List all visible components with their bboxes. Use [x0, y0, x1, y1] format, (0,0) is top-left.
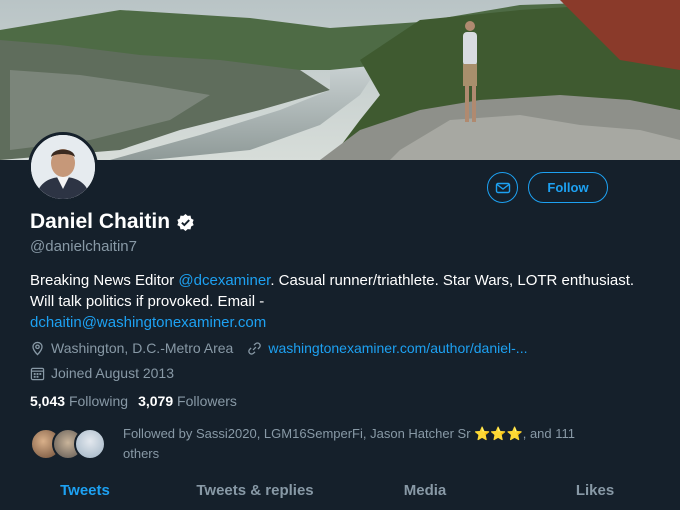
profile-name: Daniel Chaitin	[30, 210, 171, 233]
message-button[interactable]	[487, 172, 518, 203]
tab-tweets-replies[interactable]: Tweets & replies	[170, 474, 340, 510]
followed-by-section[interactable]: Followed by Sassi2020, LGM16SemperFi, Ja…	[30, 424, 613, 464]
tab-likes[interactable]: Likes	[510, 474, 680, 510]
follower-avatar	[74, 428, 106, 460]
profile-handle: @danielchaitin7	[30, 238, 137, 255]
followed-by-text: Followed by Sassi2020, LGM16SemperFi, Ja…	[123, 426, 576, 461]
followed-by-avatars	[30, 424, 112, 462]
following-link[interactable]: 5,043 Following	[30, 393, 128, 409]
profile-avatar[interactable]	[28, 132, 98, 202]
profile-location: Washington, D.C.-Metro Area	[51, 340, 234, 356]
profile-name-row: Daniel Chaitin	[30, 210, 195, 234]
profile-joined-row: Joined August 2013	[30, 365, 174, 381]
follow-button[interactable]: Follow	[528, 172, 608, 203]
profile-website-link[interactable]: washingtonexaminer.com/author/daniel-...	[268, 340, 527, 356]
location-pin-icon	[32, 341, 43, 356]
bio-mention-link[interactable]: @dcexaminer	[178, 272, 270, 289]
profile-joined-date: Joined August 2013	[51, 365, 174, 381]
header-banner-image[interactable]	[0, 0, 680, 160]
follow-counts: 5,043 Following 3,079 Followers	[30, 393, 237, 409]
verified-badge-icon	[177, 213, 194, 231]
envelope-icon	[495, 182, 510, 193]
profile-meta-row: Washington, D.C.-Metro Area washingtonex…	[30, 340, 527, 356]
bio-text-1: Breaking News Editor	[30, 272, 179, 289]
calendar-icon	[30, 367, 45, 380]
profile-actions: Follow	[487, 172, 608, 203]
profile-tabs: Tweets Tweets & replies Media Likes	[0, 474, 680, 510]
followers-label: Followers	[177, 393, 237, 409]
tab-media[interactable]: Media	[340, 474, 510, 510]
link-icon	[248, 341, 262, 355]
followers-count: 3,079	[138, 393, 174, 409]
followers-link[interactable]: 3,079 Followers	[138, 393, 237, 409]
bio-email-link[interactable]: dchaitin@washingtonexaminer.com	[30, 314, 266, 331]
tab-tweets[interactable]: Tweets	[0, 474, 170, 510]
following-count: 5,043	[30, 393, 66, 409]
profile-bio: Breaking News Editor @dcexaminer. Casual…	[30, 270, 650, 333]
following-label: Following	[68, 393, 129, 409]
